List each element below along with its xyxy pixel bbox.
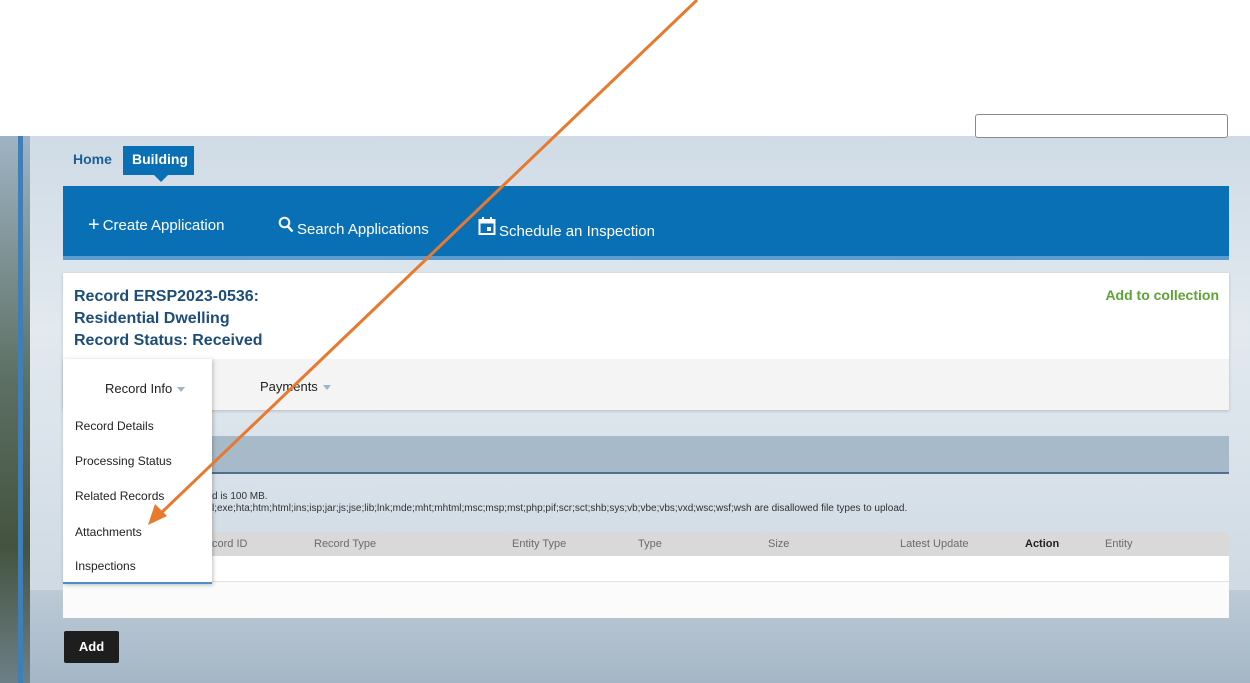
column-type[interactable]: Type [638,538,662,550]
action-bar: + Create Application Search Applications… [63,186,1229,260]
menu-item-inspections[interactable]: Inspections [75,559,136,573]
chevron-down-icon [322,385,331,391]
record-status: Record Status: Received [74,332,263,349]
record-tabs-bar: Payments [63,359,1229,410]
page: Home Building + Create Application Searc… [0,0,1250,683]
attachments-table-header: cord ID Record Type Entity Type Type Siz… [63,532,1229,556]
create-application-link[interactable]: + Create Application [88,214,225,236]
search-applications-link[interactable]: Search Applications [278,216,429,238]
table-row [63,556,1229,582]
nav-tab-home[interactable]: Home [73,151,112,167]
create-application-label: Create Application [102,217,225,234]
menu-item-attachments[interactable]: Attachments [75,525,142,539]
schedule-inspection-label: Schedule an Inspection [499,223,655,240]
dropdown-active-underline [63,582,212,584]
disallowed-file-types-note: l;exe;hta;htm;html;ins;isp;jar;js;jse;li… [212,503,908,514]
record-info-dropdown: Record Info Record Details Processing St… [63,359,212,584]
add-attachment-button[interactable]: Add [64,631,119,663]
search-applications-label: Search Applications [297,221,429,238]
tab-payments-label: Payments [260,379,318,394]
tab-record-info[interactable]: Record Info [105,381,186,396]
upload-size-note: d is 100 MB. [212,491,268,502]
background-trees [0,136,30,683]
menu-item-record-details[interactable]: Record Details [75,419,154,433]
add-to-collection-link[interactable]: Add to collection [1105,287,1219,303]
nav-tab-building[interactable]: Building [123,146,194,182]
menu-item-processing-status[interactable]: Processing Status [75,454,172,468]
column-record-type[interactable]: Record Type [314,538,376,550]
chevron-down-icon [177,387,186,393]
column-entity[interactable]: Entity [1105,538,1133,550]
attachments-section-header [63,436,1229,474]
column-size[interactable]: Size [768,538,789,550]
calendar-icon [478,216,496,240]
record-number: Record ERSP2023-0536: [74,288,259,305]
column-record-id[interactable]: cord ID [212,538,247,550]
column-entity-type[interactable]: Entity Type [512,538,566,550]
tab-payments[interactable]: Payments [260,379,331,394]
record-panel: Record ERSP2023-0536: Residential Dwelli… [63,273,1229,410]
menu-item-related-records[interactable]: Related Records [75,489,164,503]
search-icon [278,216,294,238]
global-search-input[interactable] [975,114,1228,138]
record-title: Record ERSP2023-0536: Residential Dwelli… [74,286,263,352]
column-action: Action [1025,538,1060,550]
table-footer [63,582,1229,618]
record-type: Residential Dwelling [74,310,230,327]
tab-record-info-label: Record Info [105,381,173,396]
column-latest-update[interactable]: Latest Update [900,538,969,550]
left-accent-strip [18,136,23,683]
plus-icon: + [88,214,100,236]
schedule-inspection-link[interactable]: Schedule an Inspection [478,216,655,240]
